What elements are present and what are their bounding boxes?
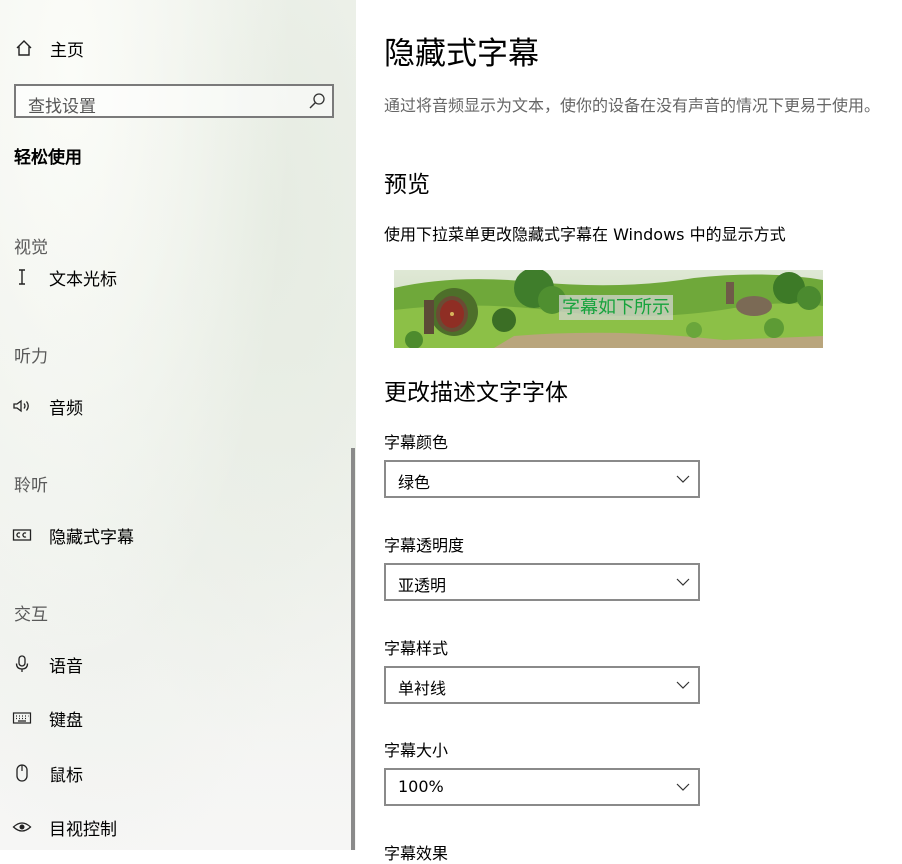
- caption-style-dropdown[interactable]: 单衬线: [384, 666, 700, 704]
- caption-effects-label: 字幕效果: [384, 844, 449, 863]
- sidebar-item-speech[interactable]: 语音: [12, 649, 342, 679]
- caption-sample-text: 字幕如下所示: [559, 295, 673, 320]
- caption-size-dropdown[interactable]: 100%: [384, 768, 700, 806]
- text-cursor-icon: [12, 267, 32, 287]
- search-box[interactable]: 查找设置: [14, 84, 334, 118]
- sidebar-item-label: 键盘: [49, 710, 83, 731]
- page-title: 隐藏式字幕: [384, 36, 539, 72]
- sidebar-item-label: 音频: [49, 398, 83, 419]
- sidebar-item-keyboard[interactable]: 键盘: [12, 703, 342, 733]
- keyboard-icon: [12, 708, 32, 728]
- sidebar-item-eye-control[interactable]: 目视控制: [12, 812, 342, 842]
- chevron-down-icon: [676, 578, 690, 586]
- home-label: 主页: [50, 40, 84, 61]
- sidebar-item-mouse[interactable]: 鼠标: [12, 758, 342, 788]
- closed-captions-icon: [12, 525, 32, 545]
- preview-instructions: 使用下拉菜单更改隐藏式字幕在 Windows 中的显示方式: [384, 225, 786, 244]
- search-placeholder: 查找设置: [28, 97, 96, 117]
- caption-size-label: 字幕大小: [384, 741, 449, 760]
- sidebar-item-label: 语音: [49, 656, 83, 677]
- sidebar-item-closed-captions[interactable]: 隐藏式字幕: [12, 520, 342, 550]
- microphone-icon: [12, 654, 32, 674]
- group-label-interaction: 交互: [14, 605, 48, 625]
- sidebar-item-label: 文本光标: [49, 269, 117, 290]
- caption-color-label: 字幕颜色: [384, 433, 449, 452]
- dropdown-value: 单衬线: [398, 679, 447, 698]
- home-nav-item[interactable]: 主页: [14, 34, 84, 62]
- page-description: 通过将音频显示为文本，使你的设备在没有声音的情况下更易于使用。: [384, 96, 881, 115]
- caption-preview-image: 字幕如下所示: [394, 270, 823, 348]
- sidebar-scrollbar[interactable]: [351, 448, 355, 850]
- sidebar-item-label: 鼠标: [49, 765, 83, 786]
- group-label-hearing: 听力: [14, 347, 48, 367]
- group-label-listening: 聆听: [14, 476, 48, 496]
- caption-style-label: 字幕样式: [384, 639, 449, 658]
- mouse-icon: [12, 763, 32, 783]
- sidebar-item-label: 目视控制: [49, 819, 117, 840]
- caption-transparency-dropdown[interactable]: 亚透明: [384, 563, 700, 601]
- sidebar-item-text-cursor[interactable]: 文本光标: [12, 262, 342, 292]
- section-title: 轻松使用: [14, 148, 82, 168]
- chevron-down-icon: [676, 681, 690, 689]
- home-icon: [16, 40, 32, 56]
- caption-transparency-label: 字幕透明度: [384, 536, 465, 555]
- chevron-down-icon: [676, 783, 690, 791]
- dropdown-value: 绿色: [398, 473, 431, 492]
- eye-control-icon: [12, 817, 32, 837]
- sidebar-item-label: 隐藏式字幕: [49, 527, 134, 548]
- chevron-down-icon: [676, 475, 690, 483]
- group-label-vision: 视觉: [14, 238, 48, 258]
- font-section-heading: 更改描述文字字体: [384, 380, 568, 406]
- caption-color-dropdown[interactable]: 绿色: [384, 460, 700, 498]
- sidebar: 主页 查找设置 轻松使用 视觉 文本光标 听力 音频 聆听 隐藏式字幕 交互 语…: [0, 0, 356, 850]
- speaker-icon: [12, 396, 32, 416]
- dropdown-value: 亚透明: [398, 576, 447, 595]
- sidebar-item-audio[interactable]: 音频: [12, 391, 342, 421]
- dropdown-value: 100%: [398, 777, 444, 796]
- preview-heading: 预览: [384, 172, 430, 198]
- search-icon[interactable]: [308, 92, 326, 110]
